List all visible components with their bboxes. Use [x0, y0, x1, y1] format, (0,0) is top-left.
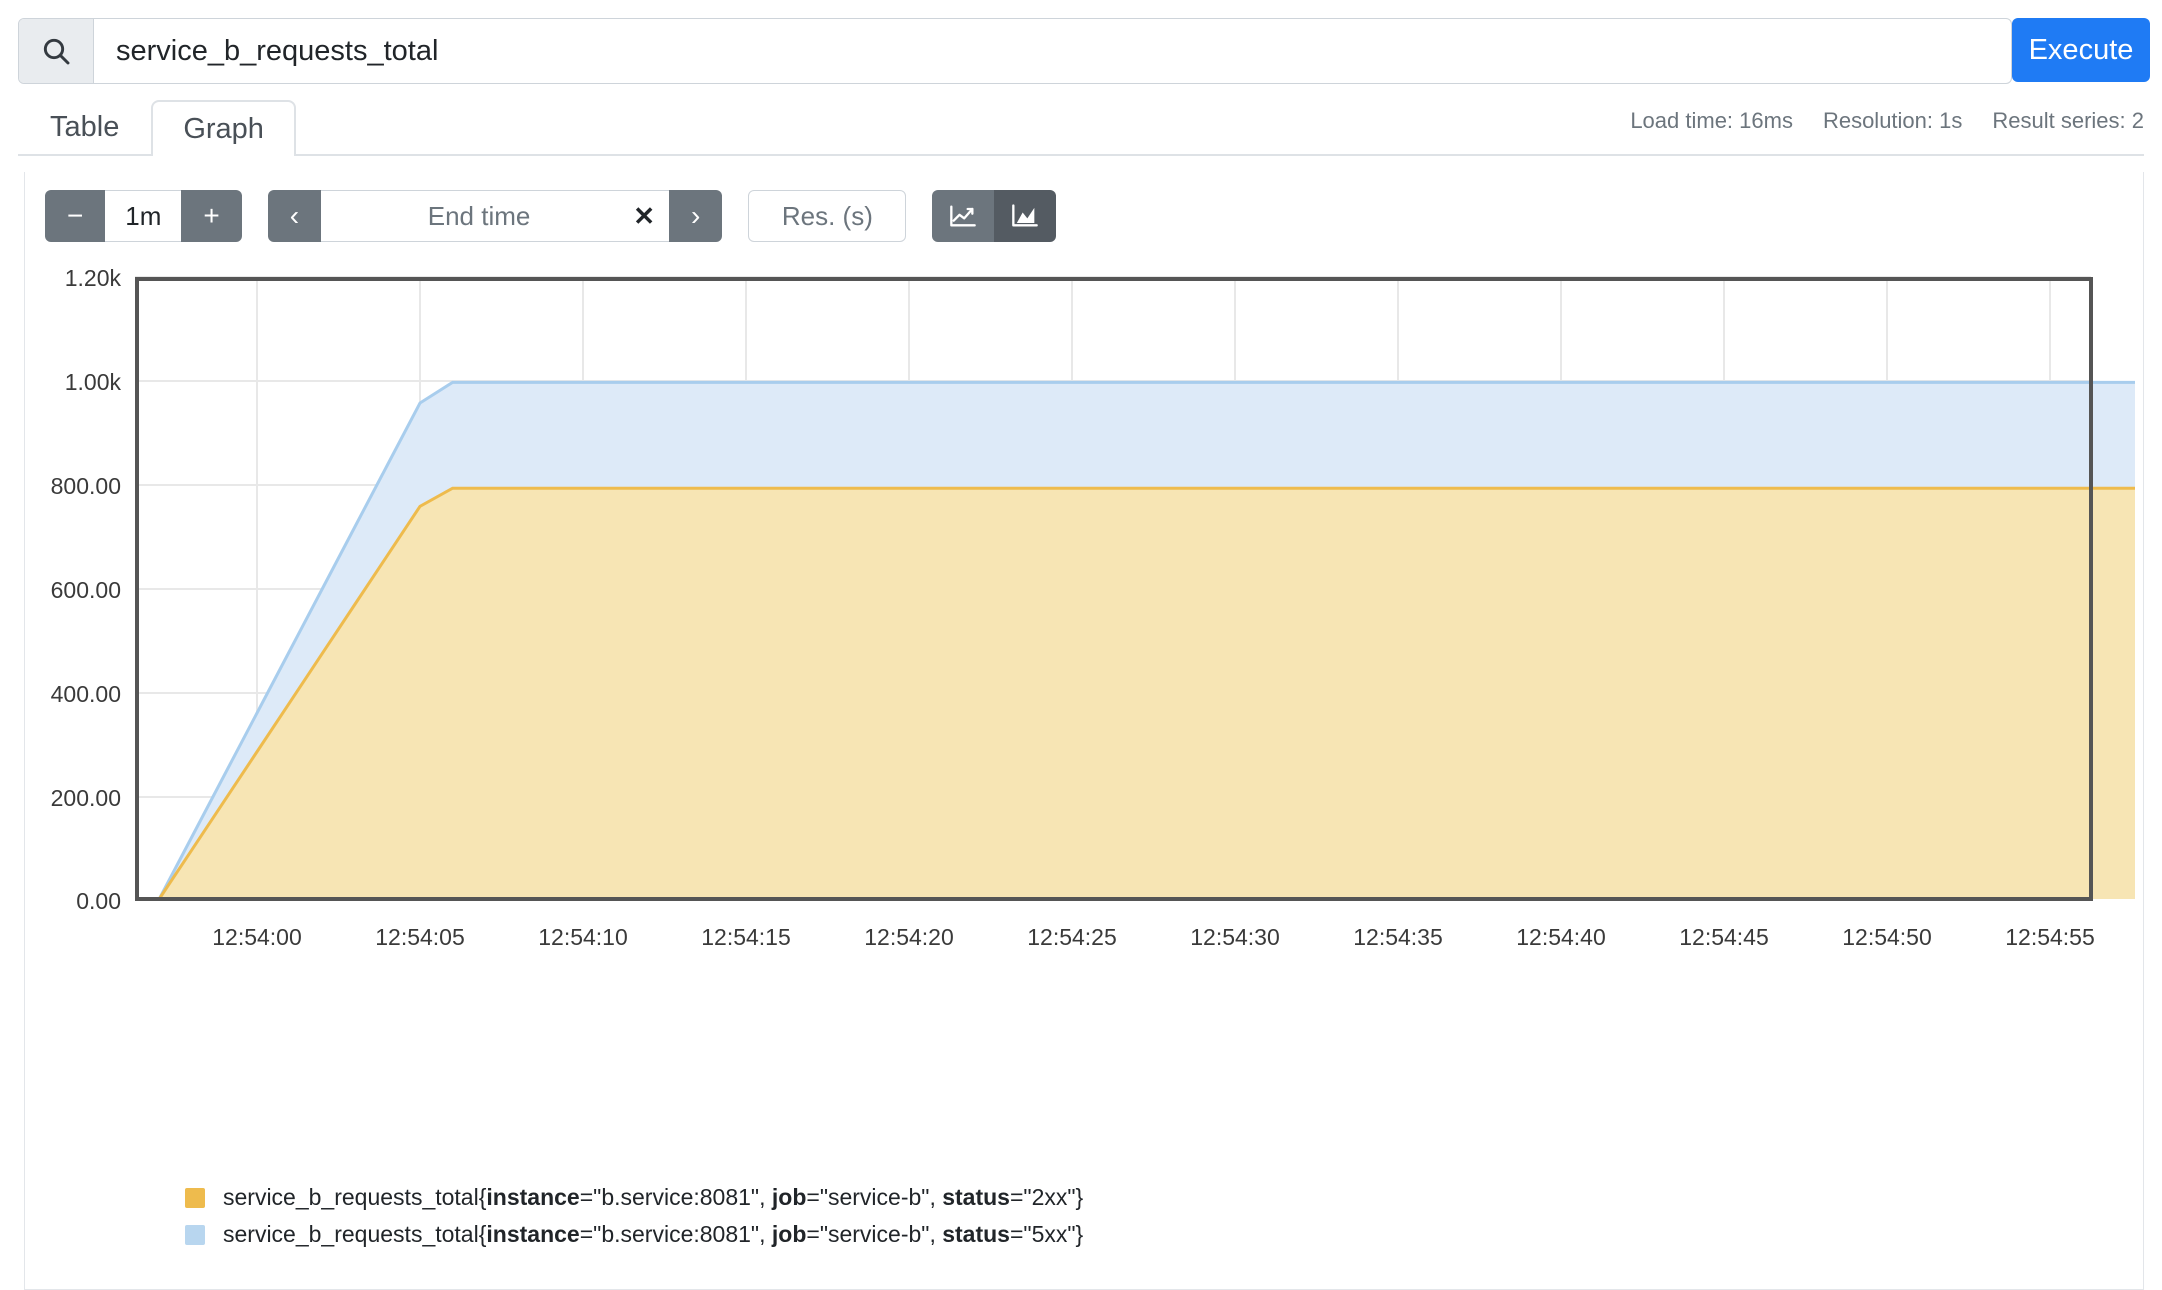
y-tick-label: 1.20k: [65, 265, 122, 291]
legend-label: service_b_requests_total{instance="b.ser…: [223, 1184, 1084, 1210]
x-tick-label: 12:54:15: [701, 924, 791, 950]
legend-label: service_b_requests_total{instance="b.ser…: [223, 1221, 1084, 1247]
legend-item[interactable]: service_b_requests_total{instance="b.ser…: [185, 1184, 1083, 1211]
x-tick-label: 12:54:40: [1516, 924, 1606, 950]
y-tick-label: 200.00: [51, 785, 121, 811]
x-axis-labels: 12:54:00 12:54:05 12:54:10 12:54:15 12:5…: [212, 924, 2095, 950]
previous-time-button[interactable]: ‹: [267, 190, 322, 242]
end-time-wrapper: ✕: [321, 190, 670, 242]
range-input[interactable]: [105, 190, 182, 242]
y-tick-label: 1.00k: [65, 369, 122, 395]
y-tick-label: 400.00: [51, 681, 121, 707]
chart-type-toggle: [932, 190, 1057, 242]
y-axis-labels: 1.20k 1.00k 800.00 600.00 400.00 200.00 …: [51, 265, 122, 914]
graph-controls: − + ‹ ✕ ›: [25, 172, 2143, 242]
x-tick-label: 12:54:55: [2005, 924, 2095, 950]
tab-table[interactable]: Table: [18, 98, 151, 154]
chart-legend: service_b_requests_total{instance="b.ser…: [185, 1184, 1083, 1248]
x-tick-label: 12:54:30: [1190, 924, 1280, 950]
x-tick-label: 12:54:25: [1027, 924, 1117, 950]
resolution-stat: Resolution: 1s: [1822, 108, 1963, 133]
result-tabs: Table Graph Load time: 16ms Resolution: …: [18, 94, 2144, 156]
end-time-group: ‹ ✕ ›: [267, 190, 723, 242]
resolution-input[interactable]: [748, 190, 907, 242]
search-icon: [19, 19, 94, 83]
stacked-area-chart: 1.20k 1.00k 800.00 600.00 400.00 200.00 …: [51, 265, 2135, 950]
range-stepper: − +: [45, 190, 242, 242]
query-input[interactable]: [94, 19, 2011, 83]
x-tick-label: 12:54:00: [212, 924, 302, 950]
execute-button[interactable]: Execute: [2012, 18, 2150, 82]
stacked-chart-icon-button[interactable]: [994, 190, 1057, 242]
series-area-2xx: [159, 488, 2135, 899]
query-bar: Execute: [0, 0, 2162, 88]
x-tick-label: 12:54:05: [375, 924, 465, 950]
chart-plot-area: 1.20k 1.00k 800.00 600.00 400.00 200.00 …: [25, 260, 2143, 1180]
close-icon[interactable]: ✕: [633, 203, 655, 229]
result-series-stat: Result series: 2: [1992, 108, 2144, 133]
query-stats: Load time: 16ms Resolution: 1s Result se…: [1630, 108, 2144, 134]
y-tick-label: 600.00: [51, 577, 121, 603]
tab-graph[interactable]: Graph: [151, 99, 296, 156]
increase-range-button[interactable]: +: [181, 190, 242, 242]
x-tick-label: 12:54:45: [1679, 924, 1769, 950]
graph-panel: − + ‹ ✕ ›: [24, 172, 2144, 1290]
decrease-range-button[interactable]: −: [45, 190, 106, 242]
query-input-group: [18, 18, 2012, 84]
load-time-stat: Load time: 16ms: [1630, 108, 1793, 133]
x-tick-label: 12:54:10: [538, 924, 628, 950]
next-time-button[interactable]: ›: [669, 190, 723, 242]
end-time-input[interactable]: [321, 190, 670, 242]
y-tick-label: 800.00: [51, 473, 121, 499]
x-tick-label: 12:54:20: [864, 924, 954, 950]
legend-swatch: [185, 1187, 205, 1208]
y-tick-label: 0.00: [76, 888, 121, 914]
x-tick-label: 12:54:50: [1842, 924, 1932, 950]
line-chart-icon-button[interactable]: [932, 190, 995, 242]
legend-item[interactable]: service_b_requests_total{instance="b.ser…: [185, 1221, 1083, 1248]
legend-swatch: [185, 1224, 205, 1245]
x-tick-label: 12:54:35: [1353, 924, 1443, 950]
